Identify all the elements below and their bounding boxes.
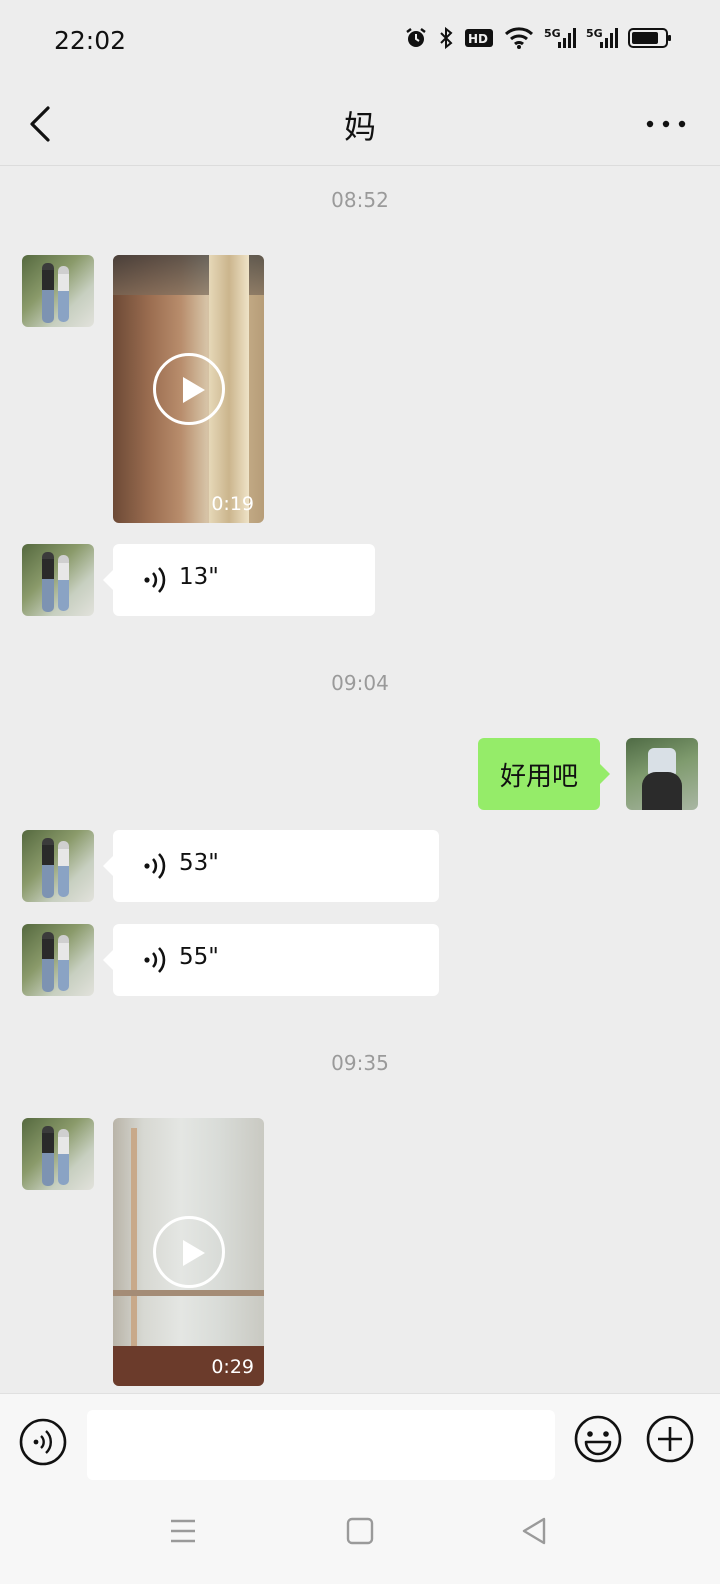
5g-signal-icon: 5G — [544, 27, 576, 48]
wifi-icon — [504, 27, 534, 49]
hd-icon: HD — [465, 29, 493, 47]
play-icon — [153, 353, 225, 425]
chat-title: 妈 — [343, 108, 376, 146]
contact-avatar[interactable] — [22, 1118, 94, 1190]
back-triangle-icon[interactable] — [516, 1511, 556, 1551]
voice-toggle-button[interactable] — [19, 1418, 67, 1466]
status-bar: 22:02 HD 5G 5G — [0, 0, 720, 84]
contact-avatar[interactable] — [22, 544, 94, 616]
menu-icon[interactable] — [163, 1511, 203, 1551]
voice-length: 53" — [179, 850, 219, 876]
video-message[interactable]: 0:29 — [113, 1118, 264, 1386]
battery-icon — [628, 28, 671, 48]
system-nav-bar — [0, 1483, 720, 1584]
input-bar — [0, 1393, 720, 1483]
svg-text:5G: 5G — [586, 27, 603, 40]
alarm-icon — [406, 28, 426, 47]
more-options-button[interactable] — [642, 106, 690, 142]
timestamp: 09:04 — [331, 671, 389, 695]
message-input[interactable] — [87, 1410, 555, 1480]
contact-avatar[interactable] — [22, 255, 94, 327]
voice-message[interactable]: 55" — [103, 924, 439, 996]
plus-button[interactable] — [645, 1414, 695, 1464]
self-avatar[interactable] — [626, 738, 698, 810]
home-square-icon[interactable] — [340, 1511, 380, 1551]
contact-avatar[interactable] — [22, 924, 94, 996]
5g-signal-icon: 5G — [586, 27, 618, 48]
timestamp: 08:52 — [331, 188, 389, 212]
timestamp: 09:35 — [331, 1051, 389, 1075]
video-message[interactable]: 0:19 — [113, 255, 264, 523]
voice-length: 13" — [179, 564, 219, 590]
video-duration: 0:19 — [211, 493, 254, 515]
chat-message-list[interactable]: 08:52 0:19 13" 09:04 好用吧 53" 55" 09:35 0… — [0, 167, 720, 1393]
chat-header: 妈 — [0, 84, 720, 166]
voice-length: 55" — [179, 944, 219, 970]
svg-text:HD: HD — [468, 32, 488, 46]
self-text-message[interactable]: 好用吧 — [477, 738, 611, 810]
play-icon — [153, 1216, 225, 1288]
voice-wave-icon — [144, 567, 166, 593]
voice-wave-icon — [144, 947, 166, 973]
contact-avatar[interactable] — [22, 830, 94, 902]
voice-message[interactable]: 53" — [103, 830, 439, 902]
message-text: 好用吧 — [499, 761, 578, 792]
video-duration: 0:29 — [211, 1356, 254, 1378]
status-time: 22:02 — [54, 26, 127, 55]
svg-text:5G: 5G — [544, 27, 561, 40]
status-icons: HD 5G 5G — [404, 26, 672, 50]
bluetooth-icon — [440, 26, 453, 50]
emoji-button[interactable] — [573, 1414, 623, 1464]
voice-message[interactable]: 13" — [103, 544, 375, 616]
voice-wave-icon — [144, 853, 166, 879]
